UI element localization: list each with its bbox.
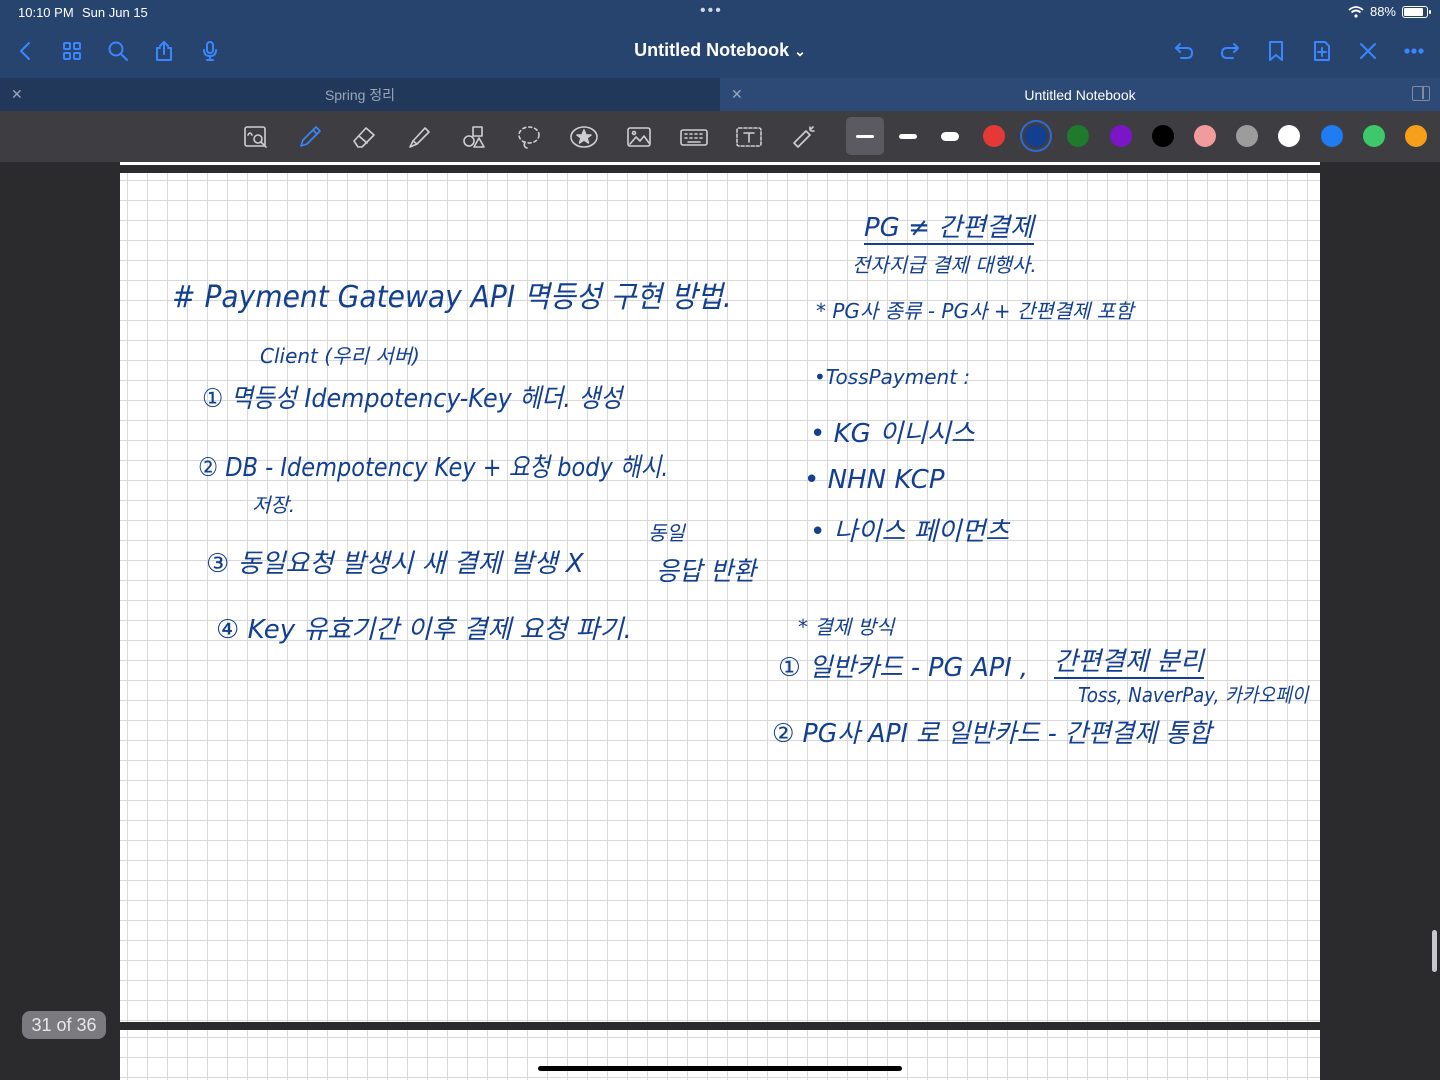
- stroke-width-medium[interactable]: [889, 117, 927, 155]
- tab-untitled-notebook[interactable]: ✕ Untitled Notebook: [720, 78, 1440, 111]
- multitasking-dots-icon[interactable]: •••: [700, 2, 723, 20]
- color-swatch[interactable]: [1362, 125, 1385, 147]
- close-icon[interactable]: [1348, 34, 1388, 68]
- status-indicators: 88%: [1348, 4, 1431, 19]
- note-step3: ③ 동일요청 발생시 새 결제 발생 X: [206, 549, 584, 579]
- eraser-icon[interactable]: [346, 119, 382, 155]
- note-method1-annotation: Toss, NaverPay, 카카오페이: [1078, 683, 1309, 707]
- battery-percent: 88%: [1369, 4, 1396, 19]
- note-step1-annotation: Client (우리 서버): [260, 344, 420, 368]
- note-pg-types: * PG사 종류 - PG사 + 간편결제 포함: [816, 299, 1134, 323]
- tab-bar: ✕ Spring 정리 ✕ Untitled Notebook: [0, 78, 1440, 111]
- more-icon[interactable]: [1394, 34, 1434, 68]
- note-step2: ② DB - Idempotency Key + 요청 body 해시.: [198, 453, 669, 483]
- keyboard-icon[interactable]: [676, 119, 712, 155]
- note-method1-easy: 간편결제 분리: [1054, 647, 1204, 679]
- color-swatch[interactable]: [1405, 125, 1427, 147]
- color-swatch[interactable]: [983, 125, 1005, 147]
- note-heading: # Payment Gateway API 멱등성 구현 방법.: [172, 280, 732, 315]
- color-swatch[interactable]: [1194, 125, 1216, 147]
- notebook-title-text: Untitled Notebook: [634, 40, 790, 60]
- note-step1: ① 멱등성 Idempotency-Key 헤더. 생성: [202, 384, 623, 414]
- shapes-icon[interactable]: [456, 119, 492, 155]
- wifi-icon: [1348, 5, 1364, 18]
- color-swatch[interactable]: [1320, 125, 1343, 147]
- pen-icon[interactable]: [292, 119, 328, 155]
- grid-view-icon[interactable]: [52, 34, 92, 68]
- tab-label: Untitled Notebook: [1024, 86, 1136, 103]
- notebook-title-button[interactable]: Untitled Notebook ⌄: [634, 40, 806, 60]
- zoom-window-icon[interactable]: [238, 119, 274, 155]
- note-method-title: * 결제 방식: [798, 615, 895, 639]
- back-icon[interactable]: [6, 34, 46, 68]
- status-time: 10:10 PM: [18, 5, 74, 20]
- note-pg-subtitle: 전자지급 결제 대행사.: [852, 253, 1037, 277]
- note-method1: ① 일반카드 - PG API ,: [778, 653, 1028, 683]
- lasso-icon[interactable]: [511, 119, 547, 155]
- status-date: Sun Jun 15: [82, 5, 148, 20]
- text-box-icon[interactable]: [731, 119, 767, 155]
- drawing-toolbar: [0, 111, 1440, 162]
- microphone-icon[interactable]: [190, 34, 230, 68]
- home-indicator[interactable]: [538, 1066, 902, 1071]
- tab-spring[interactable]: ✕ Spring 정리: [0, 78, 720, 111]
- search-icon[interactable]: [98, 34, 138, 68]
- nav-right-group: [1164, 34, 1434, 68]
- note-step3-end: 응답 반환: [656, 557, 756, 587]
- previous-page-edge: [120, 162, 1320, 165]
- bookmark-icon[interactable]: [1256, 34, 1296, 68]
- share-icon[interactable]: [144, 34, 184, 68]
- note-pg-item: • NHN KCP: [804, 465, 945, 495]
- note-step2-continued: 저장.: [252, 493, 296, 517]
- chevron-down-icon: ⌄: [794, 43, 806, 59]
- scrollbar-thumb[interactable]: [1432, 930, 1437, 972]
- note-pg-title: PG ≠ 간편결제: [864, 213, 1034, 245]
- tab-close-icon[interactable]: ✕: [731, 86, 743, 103]
- note-step3-annotation: 동일: [648, 521, 685, 545]
- top-bar: 10:10 PM Sun Jun 15 ••• 88% Untitled Not…: [0, 0, 1440, 78]
- image-icon[interactable]: [621, 119, 657, 155]
- note-pg-item: • 나이스 페이먼츠: [810, 517, 1010, 547]
- highlighter-icon[interactable]: [401, 119, 437, 155]
- note-pg-item: • KG 이니시스: [810, 419, 975, 449]
- laser-pointer-icon[interactable]: [786, 119, 822, 155]
- split-view-icon[interactable]: [1412, 86, 1430, 101]
- undo-icon[interactable]: [1164, 34, 1204, 68]
- tab-label: Spring 정리: [324, 86, 396, 103]
- color-swatch[interactable]: [1109, 125, 1132, 147]
- note-method2: ② PG사 API 로 일반카드 - 간편결제 통합: [772, 719, 1212, 749]
- page-counter[interactable]: 31 of 36: [22, 1011, 106, 1039]
- note-pg-list-title: •TossPayment :: [814, 365, 971, 389]
- next-page[interactable]: [120, 1030, 1320, 1080]
- redo-icon[interactable]: [1210, 34, 1250, 68]
- battery-icon: [1402, 5, 1431, 18]
- tab-close-icon[interactable]: ✕: [11, 86, 23, 103]
- notebook-page[interactable]: # Payment Gateway API 멱등성 구현 방법. Client …: [120, 173, 1320, 1022]
- stroke-width-thick[interactable]: [931, 117, 969, 155]
- add-page-icon[interactable]: [1302, 34, 1342, 68]
- stroke-width-thin[interactable]: [846, 117, 884, 155]
- sticker-icon[interactable]: [566, 119, 602, 155]
- nav-left-group: [6, 34, 230, 68]
- color-swatch[interactable]: [1151, 125, 1174, 147]
- note-step4: ④ Key 유효기간 이후 결제 요청 파기.: [216, 615, 632, 645]
